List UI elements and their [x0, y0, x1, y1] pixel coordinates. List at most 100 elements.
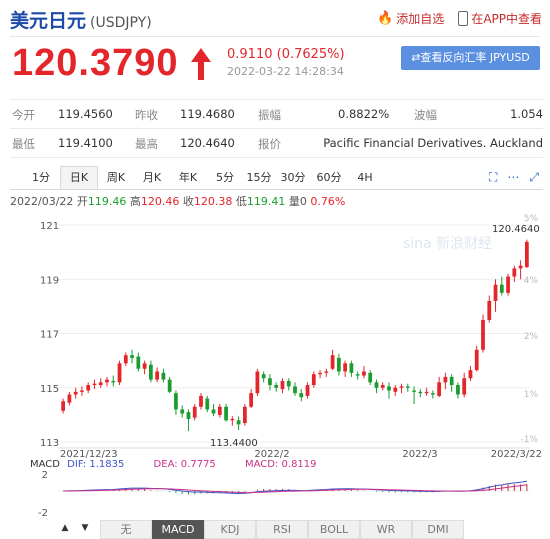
candle [268, 378, 272, 386]
candle [374, 382, 379, 388]
indicator-rsi[interactable]: RSI [256, 520, 308, 539]
macd-value: MACD: 0.8119 [245, 459, 317, 470]
y-tick-label: 119 [40, 275, 59, 286]
macd-panel: 2 -2 [38, 470, 530, 519]
indicator-none[interactable]: 无 [100, 520, 152, 539]
dea-label: DEA: [153, 459, 178, 470]
candle [468, 370, 473, 379]
candle [61, 401, 66, 411]
indicator-wr[interactable]: WR [360, 520, 412, 539]
candle [293, 386, 297, 394]
candle [387, 386, 391, 391]
indicator-macd[interactable]: MACD [152, 520, 204, 539]
candle [67, 394, 72, 403]
pct-tick-label: 4% [524, 276, 539, 286]
indicator-kdj[interactable]: KDJ [204, 520, 256, 539]
scroll-up-icon[interactable]: ▲ [56, 520, 74, 537]
candle [280, 380, 285, 390]
candle [117, 363, 122, 383]
candle [336, 357, 341, 372]
candle [512, 268, 517, 277]
candle [362, 371, 366, 376]
scroll-down-icon[interactable]: ▼ [76, 520, 94, 537]
x-tick-label: 2022/3/22 [491, 449, 542, 460]
candle [255, 371, 260, 394]
indicator-dmi[interactable]: DMI [412, 520, 464, 539]
pct-tick-label: 5% [524, 214, 539, 224]
candle [324, 371, 329, 373]
pct-tick-label: 2% [524, 332, 539, 342]
candle [399, 386, 404, 388]
candle [355, 374, 360, 376]
macd-title: MACD [30, 459, 60, 470]
candle [236, 420, 241, 425]
candle [224, 406, 228, 421]
candle [242, 406, 247, 424]
indicator-boll[interactable]: BOLL [308, 520, 360, 539]
candle [111, 380, 116, 383]
candle [86, 385, 91, 391]
candle [211, 409, 216, 414]
x-tick-label: 2022/3 [402, 449, 437, 460]
candle [230, 418, 235, 421]
candle [299, 393, 304, 398]
watermark: sina 新浪财经 [403, 236, 492, 252]
candle [368, 372, 373, 383]
candle [437, 382, 442, 396]
candle [274, 385, 279, 388]
candle [456, 385, 460, 395]
candle [92, 383, 97, 386]
candle [305, 385, 310, 396]
min-price-label: 113.4400 [210, 438, 258, 449]
y-tick-label: 121 [40, 221, 59, 232]
candle [199, 395, 203, 407]
y-tick-label: 113 [40, 438, 59, 449]
y-tick-label: 115 [40, 384, 59, 395]
dif-value: 1.1835 [89, 459, 125, 470]
max-price-label: 120.4640 [492, 224, 540, 235]
candle [405, 386, 410, 388]
kline-chart[interactable]: sina 新浪财经 121 119 117 115 113 5% 4% 2% 1% -1% 120.… [0, 0, 550, 520]
candle [481, 319, 485, 350]
candle [167, 379, 172, 392]
candle [136, 356, 141, 369]
candle [180, 409, 185, 414]
candle [462, 378, 467, 395]
candle [286, 380, 291, 387]
macd-value-label: MACD: [244, 459, 279, 470]
candle [105, 379, 109, 383]
candle [412, 390, 416, 392]
candle [123, 355, 128, 364]
candle [217, 406, 222, 415]
candle [98, 382, 103, 386]
macd-legend: MACD DIF: 1.1835 DEA: 0.7775 MACD: 0.811… [30, 459, 317, 470]
candle [418, 391, 423, 394]
macd-dif: DIF: 1.1835 [67, 459, 124, 470]
candle [380, 385, 385, 388]
macd-number: 0.8119 [281, 459, 317, 470]
candle [493, 284, 498, 301]
candle [249, 393, 254, 407]
candle [474, 349, 479, 371]
candle [192, 406, 197, 418]
pct-tick-label: -1% [520, 435, 538, 445]
candle [393, 387, 398, 392]
candle [430, 393, 435, 395]
pct-tick-label: 1% [524, 390, 539, 400]
candles-group [61, 239, 529, 432]
macd-tick-label: 2 [42, 470, 48, 481]
candle [424, 391, 429, 394]
macd-dea: DEA: 0.7775 [154, 459, 216, 470]
candle [261, 374, 266, 379]
candle [174, 393, 178, 410]
dif-line [63, 480, 527, 495]
candle [343, 363, 348, 372]
dea-value: 0.7775 [180, 459, 216, 470]
candle [499, 284, 504, 293]
candle [443, 376, 448, 383]
candle [318, 372, 322, 375]
candle [487, 300, 492, 320]
candle [518, 265, 523, 269]
candle [142, 363, 147, 369]
candle [349, 363, 354, 373]
